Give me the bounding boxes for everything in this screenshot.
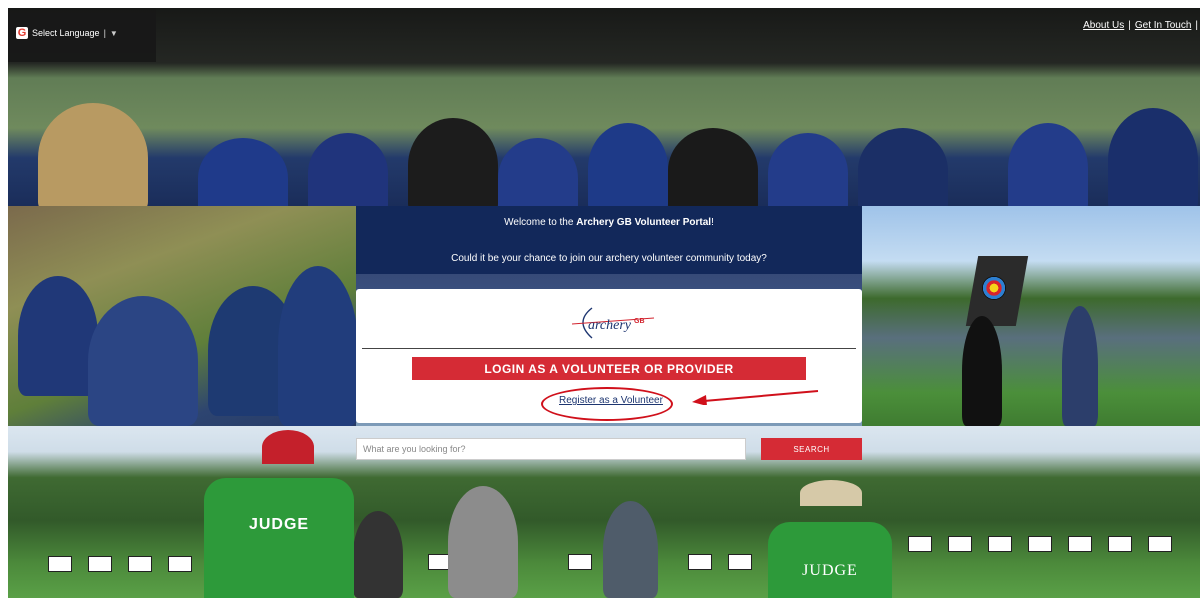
search-button[interactable]: SEARCH [761, 438, 862, 460]
annotation-circle [541, 387, 673, 421]
link-divider: | [1128, 20, 1131, 31]
login-button[interactable]: LOGIN AS A VOLUNTEER OR PROVIDER [412, 357, 806, 380]
language-separator: | [103, 28, 106, 38]
login-card: archery GB LOGIN AS A VOLUNTEER OR PROVI… [356, 289, 862, 423]
team-photo [8, 8, 1200, 206]
portal-page: JUDGE JUDGE G Select Language | ▼ About … [0, 0, 1200, 598]
search-input[interactable] [356, 438, 746, 460]
red-cap [262, 430, 314, 464]
archery-gb-logo: archery GB [568, 302, 658, 342]
judge-jersey-left: JUDGE [204, 478, 354, 598]
language-label[interactable]: Select Language [32, 28, 100, 38]
welcome-banner: Welcome to the Archery GB Volunteer Port… [356, 206, 862, 274]
annotation-arrow-icon [692, 390, 819, 405]
welcome-line-1: Welcome to the Archery GB Volunteer Port… [356, 217, 862, 228]
welcome-suffix: ! [711, 217, 714, 228]
sun-hat [800, 480, 862, 506]
get-in-touch-link[interactable]: Get In Touch [1135, 20, 1192, 31]
judge-jersey-right: JUDGE [768, 522, 892, 598]
logo-wordmark: archery [588, 318, 632, 333]
language-selector[interactable]: G Select Language | ▼ [16, 27, 118, 39]
about-us-link[interactable]: About Us [1083, 20, 1124, 31]
chevron-down-icon[interactable]: ▼ [110, 29, 118, 38]
trailing-divider: | [1195, 20, 1198, 31]
archery-range-photo [862, 206, 1200, 426]
judge-label-right: JUDGE [802, 562, 858, 579]
judge-label-left: JUDGE [248, 516, 310, 533]
portal-name: Archery GB Volunteer Portal [576, 217, 712, 228]
card-divider [362, 348, 856, 349]
google-icon: G [16, 27, 28, 39]
volunteers-seated-photo [8, 206, 356, 426]
welcome-prefix: Welcome to the [504, 217, 577, 228]
logo-gb: GB [634, 318, 645, 325]
top-links: About Us | Get In Touch | [1083, 20, 1198, 31]
welcome-line-2: Could it be your chance to join our arch… [451, 253, 767, 264]
